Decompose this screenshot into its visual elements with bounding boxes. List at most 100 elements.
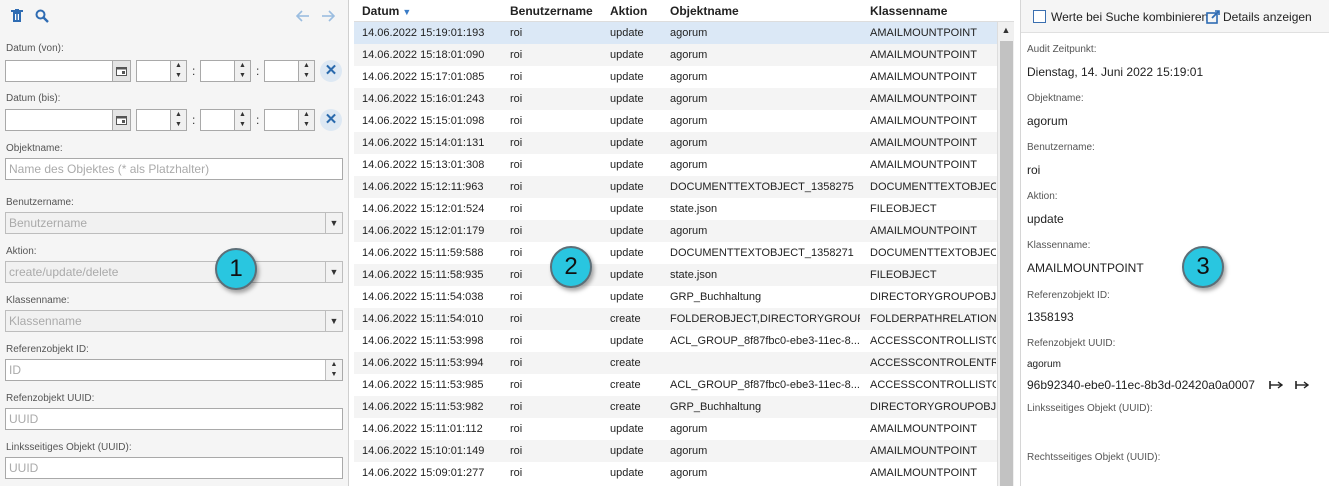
chevron-down-icon[interactable]: ▼ — [235, 120, 250, 130]
sort-down-icon[interactable]: ▼ — [402, 7, 411, 17]
chevron-up-icon[interactable]: ▲ — [299, 61, 314, 71]
benutzername-select[interactable]: Benutzername ▼ — [5, 212, 343, 234]
delete-icon[interactable] — [9, 8, 25, 24]
date-from-minute-stepper[interactable]: ▲ ▼ — [200, 60, 251, 82]
column-header-benutzername[interactable]: Benutzername — [510, 4, 593, 18]
date-from-hour-stepper[interactable]: ▲ ▼ — [136, 60, 187, 82]
table-cell: FOLDERPATHRELATIONOBJECT — [870, 313, 996, 325]
table-cell: DOCUMENTTEXTOBJECT — [870, 247, 996, 259]
combine-label[interactable]: Werte bei Suche kombinieren — [1051, 10, 1208, 24]
table-row[interactable]: 14.06.2022 15:11:53:998 roi update ACL_GROU… — [354, 330, 998, 352]
chevron-down-icon[interactable]: ▼ — [299, 71, 314, 81]
table-row[interactable]: 14.06.2022 15:12:11:963 roi update DOCUMENT… — [354, 176, 998, 198]
chevron-down-icon[interactable]: ▼ — [171, 120, 186, 130]
chevron-down-icon[interactable]: ▼ — [299, 120, 314, 130]
refuuid-input[interactable]: UUID — [5, 408, 343, 430]
klassenname-select[interactable]: Klassenname ▼ — [5, 310, 343, 332]
calendar-icon[interactable] — [112, 61, 130, 81]
scroll-up-icon[interactable]: ▲ — [998, 22, 1014, 39]
clear-date-from-icon[interactable]: ✕ — [320, 60, 342, 82]
detail-benutzername-label: Benutzername: — [1027, 142, 1095, 153]
date-from-label: Datum (von): — [6, 43, 64, 54]
refid-stepper[interactable]: ID ▲ ▼ — [5, 359, 343, 381]
refid-placeholder: ID — [9, 363, 21, 377]
date-to-minute-stepper[interactable]: ▲ ▼ — [200, 109, 251, 131]
chevron-up-icon[interactable]: ▲ — [299, 110, 314, 120]
search-icon[interactable] — [34, 8, 50, 24]
table-cell: roi — [510, 291, 523, 303]
chevron-up-icon[interactable]: ▲ — [235, 110, 250, 120]
column-header-datum[interactable]: Datum ▼ — [362, 4, 411, 18]
table-row[interactable]: 14.06.2022 15:15:01:098 roi update agorum AM… — [354, 110, 998, 132]
link-left-icon[interactable] — [1269, 379, 1284, 393]
table-row[interactable]: 14.06.2022 15:09:01:277 roi update agorum AM… — [354, 462, 998, 484]
chevron-down-icon[interactable]: ▼ — [325, 311, 342, 331]
details-label[interactable]: Details anzeigen — [1223, 10, 1312, 24]
date-to-input[interactable] — [5, 109, 131, 131]
chevron-down-icon[interactable]: ▼ — [325, 213, 342, 233]
table-row[interactable]: 14.06.2022 15:11:54:010 roi create FOLDEROB… — [354, 308, 998, 330]
table-cell: 14.06.2022 15:12:01:524 — [362, 203, 485, 215]
combine-checkbox[interactable] — [1033, 10, 1046, 23]
table-row[interactable]: 14.06.2022 15:12:01:524 roi update state.js… — [354, 198, 998, 220]
detail-klassenname-label: Klassenname: — [1027, 240, 1091, 251]
table-cell: update — [610, 27, 644, 39]
chevron-down-icon[interactable]: ▼ — [325, 262, 342, 282]
table-cell: roi — [510, 137, 523, 149]
open-details-icon[interactable] — [1205, 9, 1221, 25]
link-right-icon[interactable] — [1295, 379, 1310, 393]
column-header-aktion[interactable]: Aktion — [610, 4, 647, 18]
date-to-hour-stepper[interactable]: ▲ ▼ — [136, 109, 187, 131]
calendar-icon[interactable] — [112, 110, 130, 130]
table-row[interactable]: 14.06.2022 15:11:53:994 roi create ACCESSCO… — [354, 352, 998, 374]
column-header-klassenname[interactable]: Klassenname — [870, 4, 947, 18]
table-cell: create — [610, 313, 641, 325]
column-header-objektname[interactable]: Objektname — [670, 4, 739, 18]
table-row[interactable]: 14.06.2022 15:16:01:243 roi update agorum AM… — [354, 88, 998, 110]
table-cell: roi — [510, 49, 523, 61]
clear-date-to-icon[interactable]: ✕ — [320, 109, 342, 131]
table-cell: AMAILMOUNTPOINT — [870, 159, 977, 171]
table-row[interactable]: 14.06.2022 15:11:59:588 roi update DOCUMENT… — [354, 242, 998, 264]
table-cell: roi — [510, 467, 523, 479]
objektname-input[interactable]: Name des Objektes (* als Platzhalter) — [5, 158, 343, 180]
table-row[interactable]: 14.06.2022 15:14:01:131 roi update agorum AM… — [354, 132, 998, 154]
arrow-right-icon[interactable] — [320, 8, 336, 24]
chevron-up-icon[interactable]: ▲ — [326, 360, 342, 370]
table-row[interactable]: 14.06.2022 15:13:01:308 roi update agorum AM… — [354, 154, 998, 176]
date-from-second-stepper[interactable]: ▲ ▼ — [264, 60, 315, 82]
aktion-select[interactable]: create/update/delete ▼ — [5, 261, 343, 283]
table-row[interactable]: 14.06.2022 15:11:01:112 roi update agorum AM… — [354, 418, 998, 440]
chevron-up-icon[interactable]: ▲ — [171, 110, 186, 120]
table-cell: 14.06.2022 15:19:01:193 — [362, 27, 485, 39]
benutzername-label: Benutzername: — [6, 197, 74, 208]
chevron-up-icon[interactable]: ▲ — [235, 61, 250, 71]
filter-toolbar — [0, 0, 348, 32]
table-cell: 14.06.2022 15:15:01:098 — [362, 115, 485, 127]
table-row[interactable]: 14.06.2022 15:19:01:193 roi update agorum AM… — [354, 22, 998, 44]
table-cell: roi — [510, 181, 523, 193]
table-row[interactable]: 14.06.2022 15:18:01:090 roi update agorum AM… — [354, 44, 998, 66]
table-cell: roi — [510, 445, 523, 457]
table-cell: state.json — [670, 203, 718, 215]
table-cell: update — [610, 467, 644, 479]
arrow-left-icon[interactable] — [295, 8, 311, 24]
table-cell: roi — [510, 159, 523, 171]
table-row[interactable]: 14.06.2022 15:11:58:935 roi update state.js… — [354, 264, 998, 286]
chevron-up-icon[interactable]: ▲ — [171, 61, 186, 71]
date-to-second-stepper[interactable]: ▲ ▼ — [264, 109, 315, 131]
chevron-down-icon[interactable]: ▼ — [171, 71, 186, 81]
table-row[interactable]: 14.06.2022 15:17:01:085 roi update agorum AM… — [354, 66, 998, 88]
scrollbar-thumb[interactable] — [1000, 41, 1013, 486]
vertical-scrollbar[interactable]: ▲ — [997, 22, 1014, 486]
table-row[interactable]: 14.06.2022 15:12:01:179 roi update agorum AM… — [354, 220, 998, 242]
table-row[interactable]: 14.06.2022 15:11:53:982 roi create GRP_Buch… — [354, 396, 998, 418]
table-row[interactable]: 14.06.2022 15:11:54:038 roi update GRP_Buch… — [354, 286, 998, 308]
links-input[interactable]: UUID — [5, 457, 343, 479]
table-row[interactable]: 14.06.2022 15:11:53:985 roi create ACL_GROU… — [354, 374, 998, 396]
table-row[interactable]: 14.06.2022 15:10:01:149 roi update agorum AM… — [354, 440, 998, 462]
chevron-down-icon[interactable]: ▼ — [326, 370, 342, 380]
detail-klassenname-value: AMAILMOUNTPOINT — [1027, 261, 1144, 275]
chevron-down-icon[interactable]: ▼ — [235, 71, 250, 81]
date-from-input[interactable] — [5, 60, 131, 82]
